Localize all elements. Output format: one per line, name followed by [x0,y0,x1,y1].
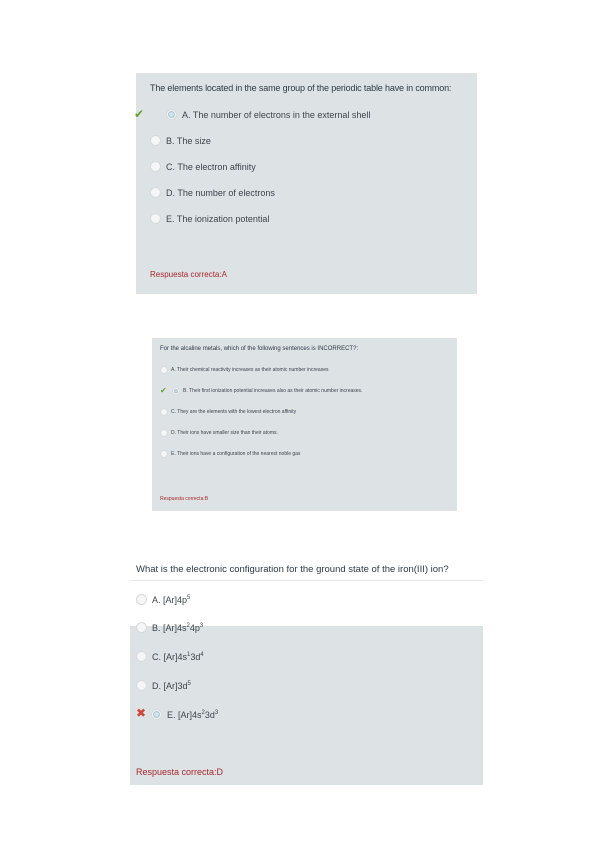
option-c[interactable]: C. They are the elements with the lowest… [160,408,296,416]
option-a[interactable]: A. Their chemical reactivity increases a… [160,366,328,374]
question-text: The elements located in the same group o… [150,83,452,93]
option-label: E. [Ar]4s23d3 [167,709,219,720]
option-label: A. [Ar]4p5 [152,594,191,605]
radio-button[interactable] [160,429,168,437]
question-text: For the alcaline metals, which of the fo… [160,346,359,352]
radio-button[interactable] [151,709,162,720]
radio-button[interactable] [166,109,177,120]
option-e[interactable]: E. Their ions have a configuration of th… [160,450,300,458]
radio-button[interactable] [160,450,168,458]
option-label: E. Their ions have a configuration of th… [171,451,301,457]
option-d[interactable]: D. [Ar]3d5 [136,680,191,691]
correct-answer: Respuesta correcta:A [150,270,227,279]
radio-button[interactable] [150,135,161,146]
radio-button[interactable] [160,408,168,416]
check-icon: ✔ [134,107,145,121]
radio-button[interactable] [136,680,147,691]
check-icon: ✔ [160,386,167,395]
option-b[interactable]: B. The size [150,135,211,146]
radio-button[interactable] [136,622,147,633]
correct-answer: Respuesta correcta:B [160,496,209,502]
radio-button[interactable] [172,387,180,395]
option-label: A. Their chemical reactivity increases a… [171,367,329,373]
divider [130,580,483,581]
question-card-1: The elements located in the same group o… [134,73,477,294]
option-d[interactable]: D. The number of electrons [150,187,275,198]
option-c[interactable]: C. The electron affinity [150,161,256,172]
option-e[interactable]: E. [Ar]4s23d3 [151,709,218,720]
option-label: B. Their first ionization potential incr… [183,388,363,394]
radio-button[interactable] [136,594,147,605]
radio-button[interactable] [150,213,161,224]
option-d[interactable]: D. Their ions have smaller size than the… [160,429,278,437]
option-label: C. They are the elements with the lowest… [171,409,297,415]
option-label: D. The number of electrons [166,187,275,198]
option-e[interactable]: E. The ionization potential [150,213,269,224]
radio-button[interactable] [160,366,168,374]
option-b[interactable]: B. [Ar]4s24p3 [136,622,203,633]
option-label: A. The number of electrons in the extern… [182,109,371,120]
option-a[interactable]: A. [Ar]4p5 [136,594,190,605]
option-b[interactable]: B. Their first ionization potential incr… [172,387,362,395]
radio-button[interactable] [136,651,147,662]
option-a[interactable]: A. The number of electrons in the extern… [166,109,370,120]
option-c[interactable]: C. [Ar]4s13d4 [136,651,204,662]
option-label: B. The size [166,135,211,146]
radio-button[interactable] [150,161,161,172]
radio-button[interactable] [150,187,161,198]
option-label: B. [Ar]4s24p3 [152,622,204,633]
cross-icon: ✖ [136,706,147,720]
option-label: C. The electron affinity [166,161,256,172]
option-label: E. The ionization potential [166,213,270,224]
correct-answer: Respuesta correcta:D [136,767,224,777]
option-label: D. [Ar]3d5 [152,680,191,691]
option-label: D. Their ions have smaller size than the… [171,430,278,436]
question-card-2: For the alcaline metals, which of the fo… [152,338,457,511]
option-label: C. [Ar]4s13d4 [152,651,204,662]
question-card-3 [130,626,483,785]
question-text-3: What is the electronic configuration for… [136,564,449,575]
